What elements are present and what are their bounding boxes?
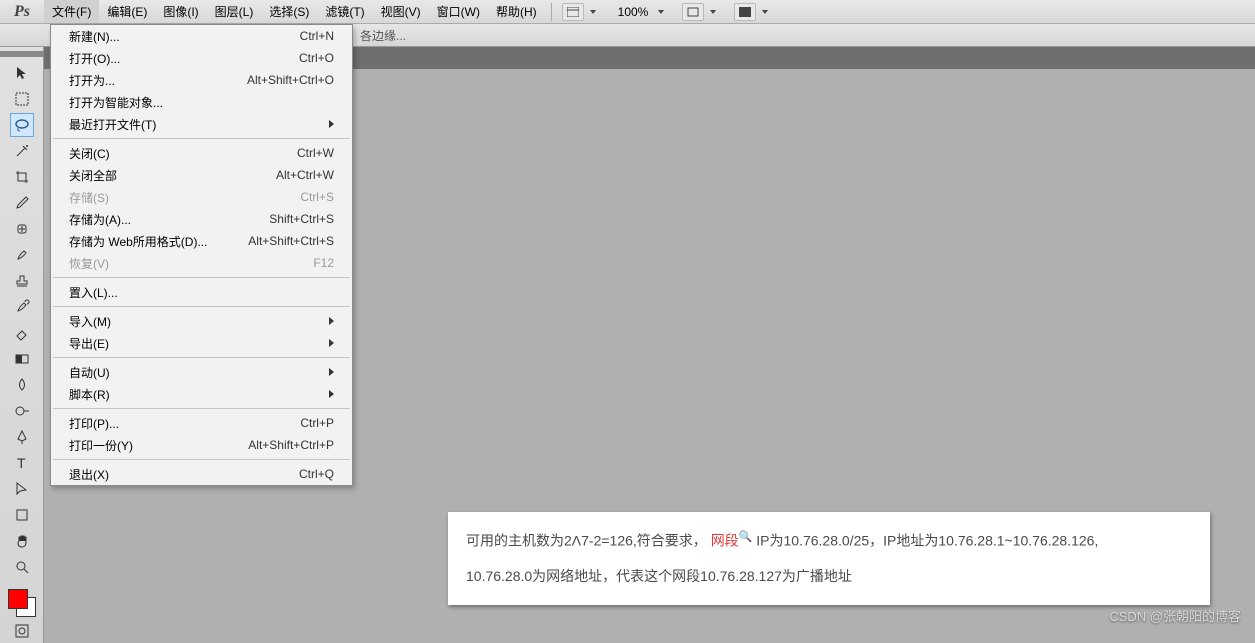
eyedropper-tool[interactable] [10, 191, 34, 215]
ps-logo: Ps [0, 0, 44, 24]
gradient-tool[interactable] [10, 347, 34, 371]
highlight-segment: 网段 [711, 533, 739, 549]
dodge-tool[interactable] [10, 399, 34, 423]
chevron-down-icon [658, 10, 664, 14]
menu-separator [53, 408, 350, 409]
options-edge-label: 各边缘... [360, 27, 406, 44]
chevron-down-icon [710, 10, 716, 14]
history-brush-tool[interactable] [10, 295, 34, 319]
menuitem-save-web[interactable]: 存储为 Web所用格式(D)...Alt+Shift+Ctrl+S [51, 230, 352, 252]
move-tool[interactable] [10, 61, 34, 85]
toolbox: T [0, 47, 44, 643]
menu-extras: 100% [558, 3, 773, 21]
zoom-tool[interactable] [10, 555, 34, 579]
menuitem-print[interactable]: 打印(P)...Ctrl+P [51, 412, 352, 434]
path-select-tool[interactable] [10, 477, 34, 501]
menuitem-close[interactable]: 关闭(C)Ctrl+W [51, 142, 352, 164]
menuitem-open-smart[interactable]: 打开为智能对象... [51, 91, 352, 113]
menuitem-exit[interactable]: 退出(X)Ctrl+Q [51, 463, 352, 485]
menuitem-save-as[interactable]: 存储为(A)...Shift+Ctrl+S [51, 208, 352, 230]
pen-tool[interactable] [10, 425, 34, 449]
svg-text:T: T [17, 455, 26, 471]
menu-separator [53, 357, 350, 358]
menu-separator [551, 3, 552, 21]
menubar: Ps 文件(F) 编辑(E) 图像(I) 图层(L) 选择(S) 滤镜(T) 视… [0, 0, 1255, 24]
annotation-textbox: 可用的主机数为2Λ7-2=126,符合要求， 网段🔍 IP为10.76.28.0… [448, 512, 1210, 605]
menuitem-recent[interactable]: 最近打开文件(T) [51, 113, 352, 135]
menu-edit[interactable]: 编辑(E) [99, 0, 155, 23]
submenu-arrow-icon [329, 368, 334, 376]
chevron-down-icon [590, 10, 596, 14]
menu-separator [53, 138, 350, 139]
foreground-color[interactable] [8, 589, 28, 609]
menuitem-import[interactable]: 导入(M) [51, 310, 352, 332]
type-tool[interactable]: T [10, 451, 34, 475]
app-window: Ps 文件(F) 编辑(E) 图像(I) 图层(L) 选择(S) 滤镜(T) 视… [0, 0, 1255, 633]
zoom-level[interactable]: 100% [614, 5, 653, 19]
menuitem-place[interactable]: 置入(L)... [51, 281, 352, 303]
stamp-tool[interactable] [10, 269, 34, 293]
marquee-tool[interactable] [10, 87, 34, 111]
eraser-tool[interactable] [10, 321, 34, 345]
annotation-line2: 10.76.28.0为网络地址，代表这个网段10.76.28.127为广播地址 [466, 564, 1192, 589]
menu-filter[interactable]: 滤镜(T) [317, 0, 372, 23]
annotation-line1: 可用的主机数为2Λ7-2=126,符合要求， 网段🔍 IP为10.76.28.0… [466, 528, 1192, 554]
menu-separator [53, 459, 350, 460]
menuitem-scripts[interactable]: 脚本(R) [51, 383, 352, 405]
submenu-arrow-icon [329, 390, 334, 398]
watermark: CSDN @张朝阳的博客 [1109, 606, 1241, 625]
menu-layer[interactable]: 图层(L) [207, 0, 262, 23]
screen-mode[interactable] [734, 3, 756, 21]
submenu-arrow-icon [329, 120, 334, 128]
blur-tool[interactable] [10, 373, 34, 397]
toolbox-grip[interactable] [0, 51, 44, 57]
handtool-shortcut[interactable] [682, 3, 704, 21]
hand-tool[interactable] [10, 529, 34, 553]
menuitem-export[interactable]: 导出(E) [51, 332, 352, 354]
magnifier-icon: 🔍 [739, 528, 753, 548]
file-menu-dropdown: 新建(N)...Ctrl+N 打开(O)...Ctrl+O 打开为...Alt+… [50, 24, 353, 486]
menuitem-automate[interactable]: 自动(U) [51, 361, 352, 383]
shape-tool[interactable] [10, 503, 34, 527]
menu-image[interactable]: 图像(I) [155, 0, 206, 23]
menuitem-print-one[interactable]: 打印一份(Y)Alt+Shift+Ctrl+P [51, 434, 352, 456]
crop-tool[interactable] [10, 165, 34, 189]
chevron-down-icon [762, 10, 768, 14]
color-swatches[interactable] [8, 589, 36, 617]
lasso-tool[interactable] [10, 113, 34, 137]
workspace-button[interactable] [562, 3, 584, 21]
menuitem-browse[interactable]: 打开为...Alt+Shift+Ctrl+O [51, 69, 352, 91]
brush-tool[interactable] [10, 243, 34, 267]
menu-file[interactable]: 文件(F) [44, 0, 99, 23]
menuitem-open[interactable]: 打开(O)...Ctrl+O [51, 47, 352, 69]
menuitem-save: 存储(S)Ctrl+S [51, 186, 352, 208]
menu-view[interactable]: 视图(V) [373, 0, 429, 23]
menu-separator [53, 277, 350, 278]
submenu-arrow-icon [329, 317, 334, 325]
menu-separator [53, 306, 350, 307]
menuitem-new[interactable]: 新建(N)...Ctrl+N [51, 25, 352, 47]
menu-select[interactable]: 选择(S) [261, 0, 317, 23]
submenu-arrow-icon [329, 339, 334, 347]
menuitem-close-all[interactable]: 关闭全部Alt+Ctrl+W [51, 164, 352, 186]
quickmask-toggle[interactable] [10, 619, 34, 643]
menu-help[interactable]: 帮助(H) [488, 0, 545, 23]
menu-window[interactable]: 窗口(W) [429, 0, 488, 23]
menuitem-revert: 恢复(V)F12 [51, 252, 352, 274]
wand-tool[interactable] [10, 139, 34, 163]
healing-tool[interactable] [10, 217, 34, 241]
